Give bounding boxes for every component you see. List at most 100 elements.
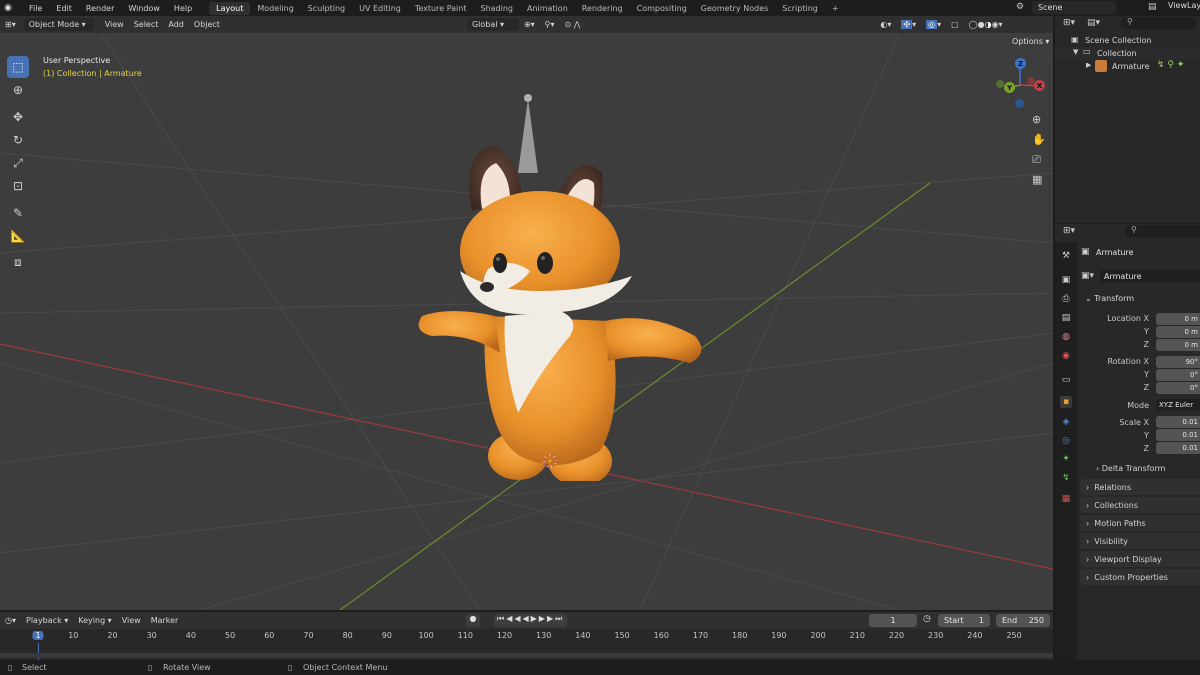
delta-transform-subpanel[interactable]: › Delta Transform: [1096, 464, 1165, 473]
scale-tool-icon[interactable]: ⤢: [7, 152, 29, 174]
outliner-editor-icon[interactable]: ⊞▾: [1063, 18, 1075, 28]
add-workspace-button[interactable]: +: [825, 2, 846, 15]
current-frame-field[interactable]: 1: [869, 614, 917, 627]
tab-texture-paint[interactable]: Texture Paint: [408, 2, 474, 15]
rotation-x-field[interactable]: 90°: [1156, 356, 1200, 368]
object-data-tab-icon[interactable]: ✦: [1060, 453, 1072, 465]
display-mode-icon[interactable]: ▤▾: [1087, 18, 1100, 28]
record-button[interactable]: ●: [466, 614, 480, 627]
orientation-dropdown[interactable]: Global ▾: [466, 18, 519, 31]
current-frame-marker[interactable]: 1: [32, 631, 44, 640]
rotate-tool-icon[interactable]: ↻: [7, 129, 29, 151]
transform-tool-icon[interactable]: ⊡: [7, 175, 29, 197]
annotate-tool-icon[interactable]: ✎: [7, 202, 29, 224]
blender-logo-icon[interactable]: ◉: [0, 0, 16, 16]
xray-icon[interactable]: ▢: [946, 18, 964, 31]
view-menu[interactable]: View: [100, 18, 129, 31]
outliner-row-armature[interactable]: ▶ Armature ↯ ⚲ ✦: [1055, 60, 1200, 73]
gizmo-neg-z-axis[interactable]: [1015, 99, 1024, 108]
panel-viewport-display[interactable]: › Viewport Display: [1080, 551, 1200, 567]
panel-relations[interactable]: › Relations: [1080, 479, 1200, 495]
gizmo-neg-y-axis[interactable]: [996, 80, 1004, 88]
clock-icon[interactable]: ◷: [923, 614, 931, 624]
gizmo-neg-x-axis[interactable]: [1027, 77, 1035, 85]
transform-panel-header[interactable]: ⌄ Transform: [1085, 294, 1134, 303]
physics-tab-icon[interactable]: ◎: [1060, 435, 1072, 447]
rotation-mode-dropdown[interactable]: XYZ Euler: [1156, 399, 1200, 411]
expand-arrow-icon[interactable]: ▶: [1086, 61, 1091, 69]
tab-modeling[interactable]: Modeling: [250, 2, 300, 15]
tab-shading[interactable]: Shading: [473, 2, 520, 15]
playback-menu[interactable]: Playback ▾: [21, 614, 73, 627]
location-x-field[interactable]: 0 m: [1156, 313, 1200, 325]
scale-y-field[interactable]: 0.01: [1156, 429, 1200, 441]
tool-tab-icon[interactable]: ⚒: [1060, 250, 1072, 262]
move-tool-icon[interactable]: ✥: [7, 106, 29, 128]
location-z-field[interactable]: 0 m: [1156, 339, 1200, 351]
panel-visibility[interactable]: › Visibility: [1080, 533, 1200, 549]
menu-file[interactable]: File: [22, 4, 49, 13]
gizmo-y-axis[interactable]: Y: [1004, 82, 1015, 93]
shading-modes[interactable]: ◯● ◑ ◉▾: [964, 18, 1008, 31]
panel-collections[interactable]: › Collections: [1080, 497, 1200, 513]
tab-layout[interactable]: Layout: [209, 1, 251, 15]
tab-scripting[interactable]: Scripting: [775, 2, 825, 15]
scene-selector[interactable]: Scene: [1032, 1, 1116, 14]
timeline-editor-icon[interactable]: ◷▾: [0, 614, 21, 627]
object-tab-icon[interactable]: ▪: [1060, 396, 1072, 408]
outliner-row-scene-collection[interactable]: ▣ Scene Collection: [1055, 34, 1200, 47]
scale-z-field[interactable]: 0.01: [1156, 442, 1200, 454]
select-box-tool-icon[interactable]: ⬚: [7, 56, 29, 78]
keying-menu[interactable]: Keying ▾: [73, 614, 116, 627]
expand-arrow-icon[interactable]: ▼: [1073, 48, 1078, 56]
view-layer-icon[interactable]: ▤: [1148, 2, 1157, 12]
object-name-field[interactable]: Armature: [1100, 270, 1200, 283]
rotation-z-field[interactable]: 0°: [1156, 382, 1200, 394]
3d-cursor-icon[interactable]: [540, 451, 560, 471]
bone-tab-icon[interactable]: ↯: [1060, 472, 1072, 484]
add-cube-tool-icon[interactable]: ⧈: [7, 251, 29, 273]
measure-tool-icon[interactable]: 📐: [7, 225, 29, 247]
properties-search-input[interactable]: ⚲: [1125, 225, 1200, 237]
end-frame-field[interactable]: End 250: [996, 614, 1050, 627]
outliner-search-input[interactable]: ⚲: [1121, 17, 1197, 29]
add-menu[interactable]: Add: [163, 18, 189, 31]
timeline-scrollbar[interactable]: [0, 653, 1053, 658]
scale-x-field[interactable]: 0.01: [1156, 416, 1200, 428]
object-menu[interactable]: Object: [189, 18, 225, 31]
tab-compositing[interactable]: Compositing: [630, 2, 694, 15]
menu-window[interactable]: Window: [121, 4, 167, 13]
visibility-icon[interactable]: ◐▾: [875, 18, 896, 31]
perspective-toggle-icon[interactable]: ▦: [1032, 173, 1042, 186]
mode-dropdown[interactable]: Object Mode ▾: [23, 18, 94, 31]
view-layer-tab-icon[interactable]: ▤: [1060, 312, 1072, 324]
fox-model[interactable]: [410, 91, 715, 481]
menu-help[interactable]: Help: [167, 4, 199, 13]
tab-animation[interactable]: Animation: [520, 2, 575, 15]
render-tab-icon[interactable]: ▣: [1060, 274, 1072, 286]
tab-uv-editing[interactable]: UV Editing: [352, 2, 408, 15]
armature-data-icons[interactable]: ↯ ⚲ ✦: [1157, 60, 1184, 70]
collection-tab-icon[interactable]: ▭: [1060, 374, 1072, 386]
menu-edit[interactable]: Edit: [49, 4, 79, 13]
tab-rendering[interactable]: Rendering: [575, 2, 630, 15]
playback-controls[interactable]: ⏮◀◀◀▶▶▶⏭: [494, 614, 568, 627]
snap-icon[interactable]: ⚲▾: [540, 18, 560, 31]
timeline-view-menu[interactable]: View: [117, 614, 146, 627]
gizmo-z-axis[interactable]: Z: [1015, 58, 1026, 69]
object-type-icon[interactable]: ▣▾: [1081, 271, 1094, 281]
overlay-toggle-icon[interactable]: ◎ ▾: [921, 18, 946, 31]
pan-hand-icon[interactable]: ✋: [1032, 133, 1046, 146]
texture-tab-icon[interactable]: ▦: [1060, 493, 1072, 505]
gizmo-x-axis[interactable]: X: [1034, 80, 1045, 91]
outliner-row-collection[interactable]: ▼ ▭ Collection: [1055, 47, 1200, 60]
options-dropdown[interactable]: Options ▾: [1012, 37, 1049, 46]
tab-geometry-nodes[interactable]: Geometry Nodes: [694, 2, 775, 15]
tab-sculpting[interactable]: Sculpting: [301, 2, 352, 15]
output-tab-icon[interactable]: ⎙: [1060, 293, 1072, 305]
3d-viewport[interactable]: User Perspective (1) Collection | Armatu…: [0, 33, 1053, 610]
panel-motion-paths[interactable]: › Motion Paths: [1080, 515, 1200, 531]
world-tab-icon[interactable]: ◉: [1060, 350, 1072, 362]
camera-view-icon[interactable]: ⎚: [1032, 153, 1041, 167]
gizmo-toggle-icon[interactable]: ✣ ▾: [896, 18, 921, 31]
